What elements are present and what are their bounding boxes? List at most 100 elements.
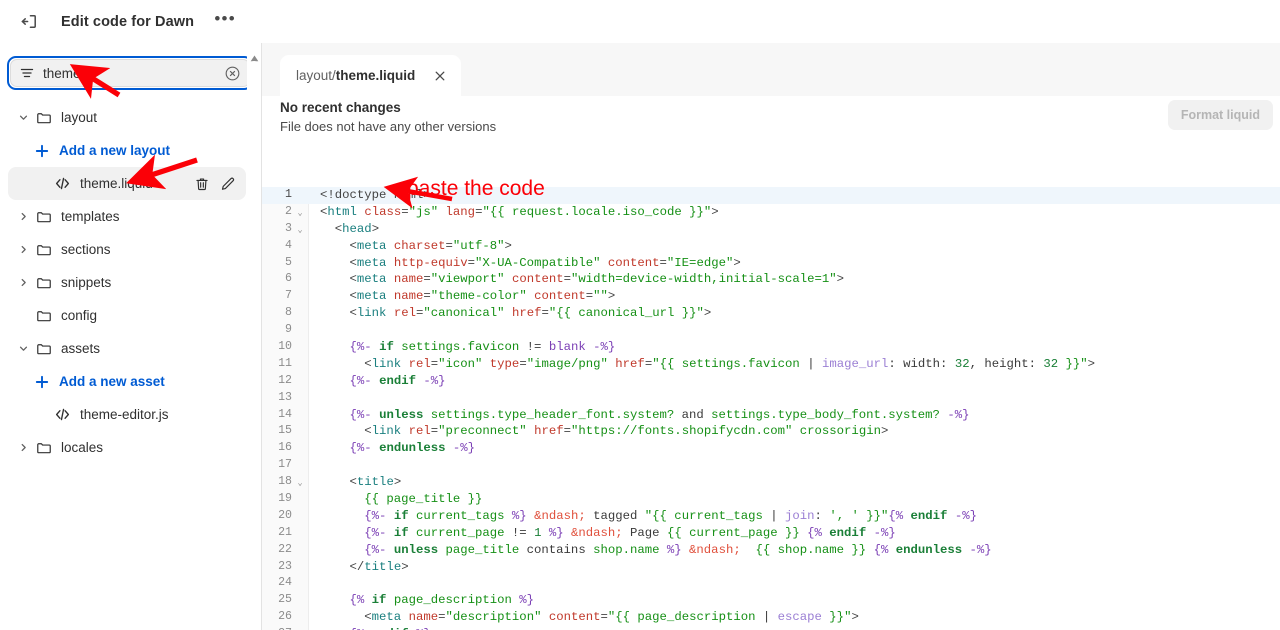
line-number: 13 (262, 390, 292, 407)
code-line[interactable]: 17 (262, 457, 1280, 474)
code-line[interactable]: 14 {%- unless settings.type_header_font.… (262, 407, 1280, 424)
code-line[interactable]: 7 <meta name="theme-color" content=""> (262, 288, 1280, 305)
chevron-right-icon[interactable] (16, 442, 30, 453)
code-line[interactable]: 5 <meta http-equiv="X-UA-Compatible" con… (262, 255, 1280, 272)
scroll-up-arrow-icon[interactable] (250, 49, 259, 56)
tree-item-add-a-new-asset[interactable]: Add a new asset (8, 365, 246, 398)
tree-item-sections[interactable]: sections (8, 233, 246, 266)
chevron-right-icon[interactable] (16, 244, 30, 255)
code-line-text: <link rel="preconnect" href="https://fon… (320, 423, 888, 440)
code-line[interactable]: 18⌄ <title> (262, 474, 1280, 491)
code-line[interactable]: 20 {%- if current_tags %} &ndash; tagged… (262, 508, 1280, 525)
code-line[interactable]: 8 <link rel="canonical" href="{{ canonic… (262, 305, 1280, 322)
more-actions-button[interactable]: ••• (212, 9, 238, 35)
trash-icon[interactable] (194, 176, 210, 192)
code-line-text (320, 457, 327, 474)
code-line[interactable]: 22 {%- unless page_title contains shop.n… (262, 542, 1280, 559)
sidebar-scrollbar[interactable] (247, 43, 261, 630)
code-line-text (320, 322, 327, 339)
tree-item-snippets[interactable]: snippets (8, 266, 246, 299)
code-line-text: {% if page_description %} (320, 592, 534, 609)
code-editor[interactable]: 1<!doctype html>2⌄<html class="js" lang=… (262, 187, 1280, 630)
line-number: 22 (262, 542, 292, 559)
line-number: 18 (262, 474, 292, 491)
tree-item-locales[interactable]: locales (8, 431, 246, 464)
tree-item-assets[interactable]: assets (8, 332, 246, 365)
page-title: Edit code for Dawn (61, 14, 194, 30)
tree-item-label: snippets (61, 275, 111, 290)
code-line[interactable]: 24 (262, 575, 1280, 592)
code-line-text: {% endif %} (320, 626, 431, 630)
tree-item-config[interactable]: config (8, 299, 246, 332)
close-icon[interactable] (431, 67, 448, 84)
pencil-icon[interactable] (220, 176, 236, 192)
code-line[interactable]: 26 <meta name="description" content="{{ … (262, 609, 1280, 626)
fold-chevron-icon[interactable]: ⌄ (295, 474, 305, 491)
line-number: 4 (262, 238, 292, 255)
code-line[interactable]: 13 (262, 390, 1280, 407)
code-line-text: {%- unless settings.type_header_font.sys… (320, 407, 969, 424)
line-number: 24 (262, 575, 292, 592)
code-line[interactable]: 19 {{ page_title }} (262, 491, 1280, 508)
tree-item-label: layout (61, 110, 97, 125)
folder-icon (35, 209, 52, 225)
line-number: 3 (262, 221, 292, 238)
code-line[interactable]: 23 </title> (262, 559, 1280, 576)
code-line[interactable]: 12 {%- endif -%} (262, 373, 1280, 390)
code-line-text: <head> (320, 221, 379, 238)
line-number: 14 (262, 407, 292, 424)
tree-item-theme-liquid[interactable]: theme.liquid (8, 167, 246, 200)
code-line[interactable]: 4 <meta charset="utf-8"> (262, 238, 1280, 255)
folder-icon (35, 341, 52, 357)
line-number: 12 (262, 373, 292, 390)
tree-item-label: config (61, 308, 97, 323)
code-line[interactable]: 16 {%- endunless -%} (262, 440, 1280, 457)
chevron-right-icon[interactable] (16, 211, 30, 222)
line-number: 10 (262, 339, 292, 356)
code-line[interactable]: 15 <link rel="preconnect" href="https://… (262, 423, 1280, 440)
code-line[interactable]: 3⌄ <head> (262, 221, 1280, 238)
line-number: 8 (262, 305, 292, 322)
line-number: 2 (262, 204, 292, 221)
chevron-down-icon[interactable] (16, 112, 30, 123)
code-line-text: <title> (320, 474, 401, 491)
tab-label: layout/theme.liquid (296, 68, 415, 83)
tree-item-layout[interactable]: layout (8, 101, 246, 134)
line-number: 7 (262, 288, 292, 305)
chevron-down-icon[interactable] (16, 343, 30, 354)
line-number: 15 (262, 423, 292, 440)
line-number: 23 (262, 559, 292, 576)
tree-item-add-a-new-layout[interactable]: Add a new layout (8, 134, 246, 167)
code-line-text: {%- endif -%} (320, 373, 446, 390)
code-line[interactable]: 21 {%- if current_page != 1 %} &ndash; P… (262, 525, 1280, 542)
format-liquid-button[interactable]: Format liquid (1168, 100, 1273, 130)
code-line-text: {%- unless page_title contains shop.name… (320, 542, 992, 559)
fold-chevron-icon[interactable]: ⌄ (295, 204, 305, 221)
code-line-text: </title> (320, 559, 409, 576)
code-line[interactable]: 11 <link rel="icon" type="image/png" hre… (262, 356, 1280, 373)
tree-item-actions (194, 167, 236, 200)
tree-item-templates[interactable]: templates (8, 200, 246, 233)
folder-icon (35, 275, 52, 291)
code-line-text: {%- if current_page != 1 %} &ndash; Page… (320, 525, 896, 542)
code-line[interactable]: 6 <meta name="viewport" content="width=d… (262, 271, 1280, 288)
code-line[interactable]: 9 (262, 322, 1280, 339)
code-icon (54, 406, 71, 423)
code-line[interactable]: 2⌄<html class="js" lang="{{ request.loca… (262, 204, 1280, 221)
code-line[interactable]: 27 {% endif %} (262, 626, 1280, 630)
code-line[interactable]: 25 {% if page_description %} (262, 592, 1280, 609)
tree-item-theme-editor-js[interactable]: theme-editor.js (8, 398, 246, 431)
fold-chevron-icon[interactable]: ⌄ (295, 221, 305, 238)
clear-circle-icon[interactable] (224, 65, 241, 82)
code-line-text (320, 390, 327, 407)
search-input[interactable] (43, 66, 224, 81)
scrollbar-thumb[interactable] (250, 61, 258, 271)
chevron-right-icon[interactable] (16, 277, 30, 288)
plus-icon (35, 375, 49, 389)
exit-icon[interactable] (14, 7, 44, 37)
tab-theme-liquid[interactable]: layout/theme.liquid (280, 55, 461, 96)
code-line-text: <link rel="canonical" href="{{ canonical… (320, 305, 711, 322)
line-number: 21 (262, 525, 292, 542)
search-box[interactable] (10, 59, 250, 87)
code-line[interactable]: 10 {%- if settings.favicon != blank -%} (262, 339, 1280, 356)
